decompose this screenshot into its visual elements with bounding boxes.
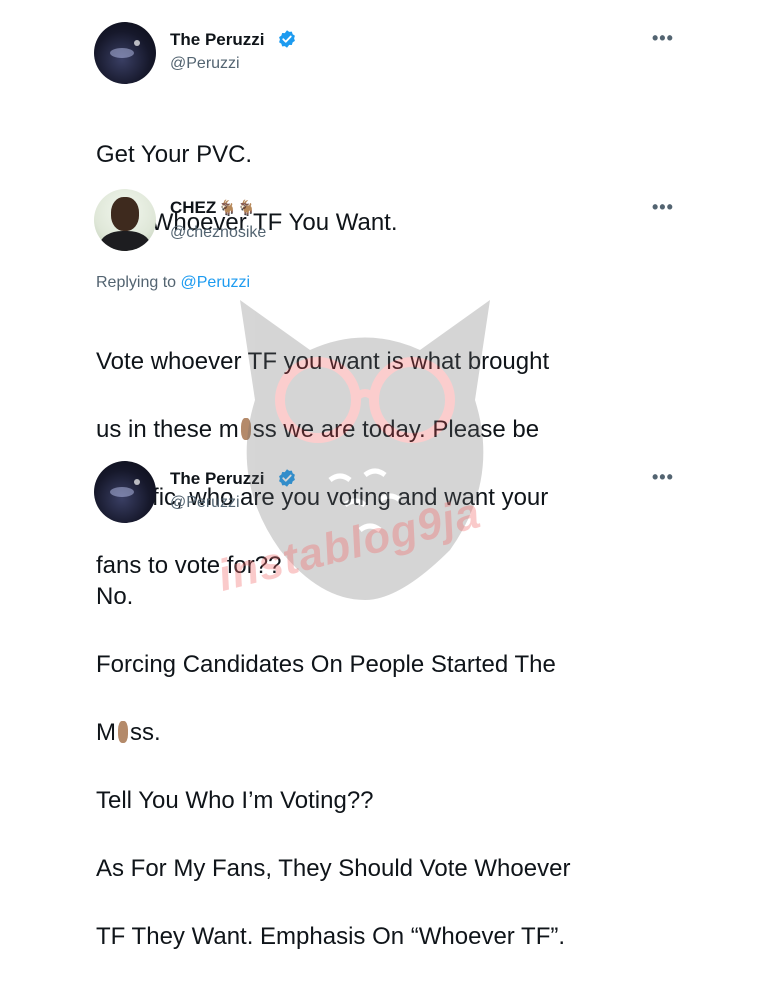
tweet-reply-chez: CHEZ 🐐🐐 @cheznosike ••• Replying to @Peru… [0, 185, 768, 579]
avatar[interactable] [94, 22, 156, 84]
tweet-text: No. Forcing Candidates On People Started… [96, 546, 570, 988]
replying-prefix: Replying to [96, 274, 177, 291]
tweet-line-part: M [96, 719, 116, 746]
author-name-text: CHEZ [170, 198, 217, 217]
replying-mention-link[interactable]: @Peruzzi [181, 274, 251, 291]
more-options-icon[interactable]: ••• [652, 467, 674, 488]
tweet-line-part: us in these m [96, 416, 239, 443]
goat-emoji-icon: 🐐🐐 [218, 200, 256, 217]
author-handle[interactable]: @Peruzzi [170, 494, 240, 512]
verified-badge-icon [279, 469, 295, 487]
tweet-line-part: ss. [130, 719, 161, 746]
tweet-line: Tell You Who I’m Voting?? [96, 787, 374, 814]
tweet-line: us in these m ss we are today. Please be [96, 413, 549, 447]
author-handle[interactable]: @Peruzzi [170, 55, 240, 73]
author-name[interactable]: The Peruzzi [170, 469, 264, 489]
redaction-mark [240, 418, 251, 440]
replying-to: Replying to @Peruzzi [96, 274, 250, 292]
tweet-line: Forcing Candidates On People Started The [96, 651, 556, 678]
author-name[interactable]: The Peruzzi [170, 30, 264, 50]
verified-badge-icon [279, 30, 295, 48]
tweet-line-part: ss we are today. Please be [252, 416, 540, 443]
tweet-original: The Peruzzi @Peruzzi ••• Get Your PVC. V… [0, 0, 768, 236]
tweet-line: No. [96, 583, 134, 610]
more-options-icon[interactable]: ••• [652, 197, 674, 218]
avatar[interactable] [94, 461, 156, 523]
author-handle[interactable]: @cheznosike [170, 224, 266, 242]
redaction-mark [118, 721, 128, 743]
tweet-line: Mss. [96, 716, 570, 750]
avatar[interactable] [94, 189, 156, 251]
tweet-line: As For My Fans, They Should Vote Whoever [96, 855, 571, 882]
tweet-line: Vote whoever TF you want is what brought [96, 348, 550, 375]
more-options-icon[interactable]: ••• [652, 28, 674, 49]
tweet-line: Get Your PVC. [96, 141, 253, 168]
tweet-reply-peruzzi: The Peruzzi @Peruzzi ••• No. Forcing Can… [0, 455, 768, 950]
author-name[interactable]: CHEZ 🐐🐐 [170, 198, 256, 218]
tweet-line: TF They Want. Emphasis On “Whoever TF”. [96, 923, 566, 950]
